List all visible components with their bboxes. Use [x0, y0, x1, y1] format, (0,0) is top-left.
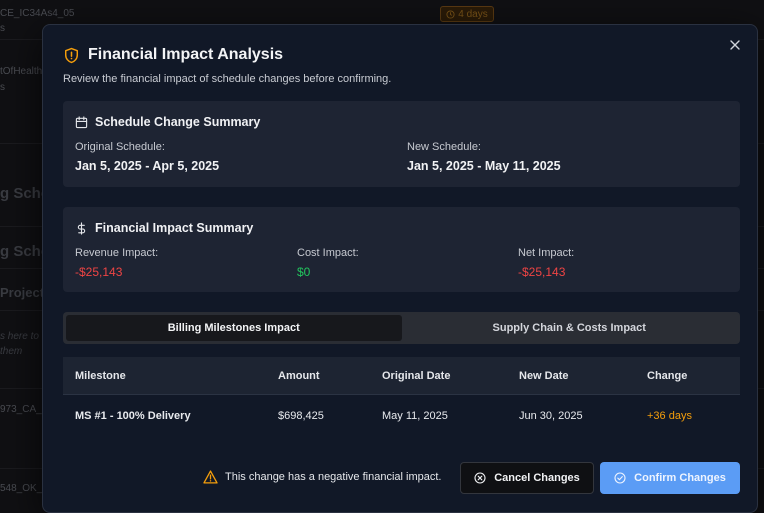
confirm-changes-label: Confirm Changes	[634, 472, 726, 484]
bg-row-sub: s	[0, 23, 5, 34]
tab-supply-chain-costs[interactable]: Supply Chain & Costs Impact	[402, 315, 738, 341]
card-header: Schedule Change Summary	[75, 115, 260, 129]
bg-badge-label: 4 days	[458, 8, 488, 20]
confirm-changes-button[interactable]: Confirm Changes	[600, 462, 740, 494]
bg-row-text: 973_CA_J	[0, 404, 47, 415]
revenue-impact-label: Revenue Impact:	[75, 247, 159, 259]
net-impact-value: -$25,143	[518, 265, 566, 279]
warning-text: This change has a negative financial imp…	[225, 471, 442, 483]
x-circle-icon	[474, 472, 486, 484]
cost-impact-label: Cost Impact:	[297, 247, 359, 259]
table-row: MS #1 - 100% Delivery $698,425 May 11, 2…	[63, 395, 740, 437]
bg-row-text: CE_IC34As4_05	[0, 8, 75, 19]
new-date-cell: Jun 30, 2025	[519, 410, 583, 422]
column-header-milestone: Milestone	[75, 369, 126, 382]
modal-subtitle: Review the financial impact of schedule …	[63, 73, 392, 85]
calendar-icon	[75, 115, 88, 128]
close-button[interactable]	[727, 37, 743, 53]
card-title: Financial Impact Summary	[95, 221, 254, 235]
warning-triangle-icon	[203, 470, 218, 484]
bg-row-text: tOfHealth	[0, 66, 43, 77]
column-header-change: Change	[647, 369, 688, 382]
modal-title: Financial Impact Analysis	[88, 46, 284, 63]
table-header: Milestone Amount Original Date New Date …	[63, 357, 740, 395]
impact-tabs: Billing Milestones Impact Supply Chain &…	[63, 312, 740, 344]
financial-impact-modal: Financial Impact Analysis Review the fin…	[42, 24, 758, 513]
card-title: Schedule Change Summary	[95, 115, 261, 129]
column-header-original-date: Original Date	[382, 369, 451, 382]
shield-alert-icon	[64, 47, 79, 63]
revenue-impact-value: -$25,143	[75, 265, 123, 279]
milestone-cell: MS #1 - 100% Delivery	[75, 410, 191, 422]
negative-impact-warning: This change has a negative financial imp…	[203, 470, 441, 484]
change-cell: +36 days	[647, 410, 692, 422]
card-header: Financial Impact Summary	[75, 221, 253, 235]
column-header-amount: Amount	[278, 369, 320, 382]
bg-drop-text: them	[0, 346, 23, 357]
modal-header: Financial Impact Analysis	[63, 46, 283, 64]
new-schedule-value: Jan 5, 2025 - May 11, 2025	[407, 159, 561, 173]
bg-drop-text: s here to	[0, 331, 39, 342]
close-icon	[730, 40, 740, 50]
amount-cell: $698,425	[278, 410, 324, 422]
clock-icon	[446, 9, 455, 19]
original-schedule-label: Original Schedule:	[75, 141, 165, 153]
check-circle-icon	[614, 472, 626, 484]
dollar-icon	[77, 221, 86, 235]
cost-impact-value: $0	[297, 265, 311, 279]
tab-billing-milestones[interactable]: Billing Milestones Impact	[66, 315, 402, 341]
column-header-new-date: New Date	[519, 369, 569, 382]
new-schedule-label: New Schedule:	[407, 141, 481, 153]
schedule-change-summary-card: Schedule Change Summary Original Schedul…	[63, 101, 740, 187]
net-impact-label: Net Impact:	[518, 247, 575, 259]
cancel-changes-label: Cancel Changes	[494, 472, 580, 484]
financial-impact-summary-card: Financial Impact Summary Revenue Impact:…	[63, 207, 740, 292]
bg-row-sub: s	[0, 82, 5, 93]
original-schedule-value: Jan 5, 2025 - Apr 5, 2025	[75, 159, 220, 173]
cancel-changes-button[interactable]: Cancel Changes	[460, 462, 594, 494]
bg-status-badge: 4 days	[440, 6, 494, 22]
milestones-table: Milestone Amount Original Date New Date …	[63, 357, 740, 437]
original-date-cell: May 11, 2025	[382, 410, 448, 422]
